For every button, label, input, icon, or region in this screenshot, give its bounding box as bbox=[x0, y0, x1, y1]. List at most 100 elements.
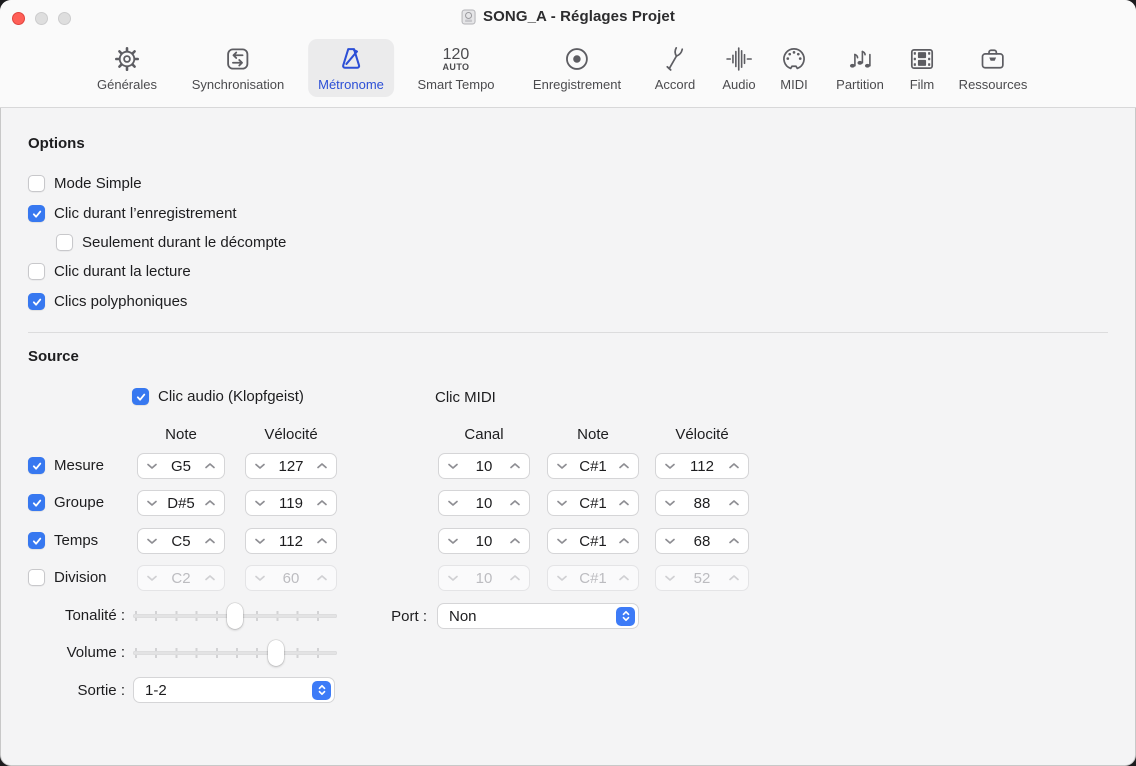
stepper-down-icon[interactable] bbox=[447, 462, 459, 470]
temps-note-stepper[interactable]: C5 bbox=[137, 528, 225, 554]
popup-value: Non bbox=[449, 607, 477, 625]
gear-icon bbox=[112, 42, 142, 76]
temps-midi-note-stepper[interactable]: C#1 bbox=[547, 528, 639, 554]
tab-enregistrement[interactable]: Enregistrement bbox=[523, 39, 631, 97]
popup-chevrons-icon bbox=[312, 680, 331, 700]
stepper-up-icon[interactable] bbox=[618, 462, 630, 470]
tab-label: Audio bbox=[722, 77, 756, 92]
tab-label: Enregistrement bbox=[532, 77, 622, 92]
stepper-up-icon[interactable] bbox=[509, 499, 521, 507]
stepper-down-icon[interactable] bbox=[556, 499, 568, 507]
popup-chevrons-icon bbox=[616, 606, 635, 626]
checkbox-polyphonic-clicks[interactable]: Clics polyphoniques bbox=[28, 293, 187, 310]
zoom-button[interactable] bbox=[58, 12, 71, 25]
checkbox-click-during-recording[interactable]: Clic durant l’enregistrement bbox=[28, 205, 237, 222]
stepper-down-icon[interactable] bbox=[664, 499, 676, 507]
stepper-up-icon[interactable] bbox=[204, 462, 216, 470]
stepper-up-icon[interactable] bbox=[204, 537, 216, 545]
tonality-slider[interactable] bbox=[133, 603, 337, 629]
groupe-midi-note-stepper[interactable]: C#1 bbox=[547, 490, 639, 516]
stepper-up-icon[interactable] bbox=[316, 462, 328, 470]
stepper-value: C#1 bbox=[579, 494, 607, 512]
mesure-midi-note-stepper[interactable]: C#1 bbox=[547, 453, 639, 479]
stepper-up-icon[interactable] bbox=[509, 462, 521, 470]
tab-generales[interactable]: Générales bbox=[87, 39, 167, 97]
stepper-value: 112 bbox=[279, 532, 303, 550]
column-header-midi-velocity: Vélocité bbox=[675, 426, 729, 443]
stepper-up-icon[interactable] bbox=[316, 499, 328, 507]
tab-ressources[interactable]: Ressources bbox=[949, 39, 1038, 97]
mesure-midi-channel-stepper[interactable]: 10 bbox=[438, 453, 530, 479]
column-header-midi-note: Note bbox=[577, 426, 609, 443]
stepper-up-icon[interactable] bbox=[728, 499, 740, 507]
stepper-value: D#5 bbox=[167, 494, 195, 512]
tab-smart-tempo[interactable]: 120 AUTO Smart Tempo bbox=[407, 39, 504, 97]
stepper-down-icon[interactable] bbox=[447, 537, 459, 545]
stepper-value: C#1 bbox=[579, 532, 607, 550]
stepper-down-icon[interactable] bbox=[254, 462, 266, 470]
checkbox-mode-simple[interactable]: Mode Simple bbox=[28, 175, 142, 192]
groupe-velocity-stepper[interactable]: 119 bbox=[245, 490, 337, 516]
mesure-note-stepper[interactable]: G5 bbox=[137, 453, 225, 479]
stepper-up-icon[interactable] bbox=[728, 537, 740, 545]
stepper-down-icon[interactable] bbox=[146, 537, 158, 545]
tab-synchronisation[interactable]: Synchronisation bbox=[182, 39, 295, 97]
tonality-slider-thumb[interactable] bbox=[227, 603, 243, 629]
groupe-midi-channel-stepper[interactable]: 10 bbox=[438, 490, 530, 516]
tonality-label: Tonalité : bbox=[64, 607, 125, 624]
stepper-up-icon[interactable] bbox=[204, 499, 216, 507]
tab-audio[interactable]: Audio bbox=[712, 39, 765, 97]
temps-midi-velocity-stepper[interactable]: 68 bbox=[655, 528, 749, 554]
mesure-midi-velocity-stepper[interactable]: 112 bbox=[655, 453, 749, 479]
close-button[interactable] bbox=[12, 12, 25, 25]
row-label: Temps bbox=[54, 532, 99, 549]
stepper-down-icon[interactable] bbox=[556, 462, 568, 470]
screenshot-stage: SONG_A - Réglages Projet Générales Synch… bbox=[0, 0, 1136, 766]
column-header-velocity: Vélocité bbox=[264, 426, 318, 443]
checkbox-only-during-count-in[interactable]: Seulement durant le décompte bbox=[56, 234, 286, 251]
groupe-midi-velocity-stepper[interactable]: 88 bbox=[655, 490, 749, 516]
window-header: SONG_A - Réglages Projet Générales Synch… bbox=[0, 0, 1136, 108]
temps-velocity-stepper[interactable]: 112 bbox=[245, 528, 337, 554]
tab-accord[interactable]: Accord bbox=[645, 39, 705, 97]
stepper-down-icon[interactable] bbox=[556, 537, 568, 545]
checkbox-box bbox=[28, 293, 45, 310]
row-label: Mesure bbox=[54, 457, 105, 474]
temps-midi-channel-stepper[interactable]: 10 bbox=[438, 528, 530, 554]
groupe-note-stepper[interactable]: D#5 bbox=[137, 490, 225, 516]
checkbox-audio-click[interactable]: Clic audio (Klopfgeist) bbox=[132, 388, 304, 405]
stepper-down-icon bbox=[147, 575, 157, 581]
tab-film[interactable]: Film bbox=[897, 39, 947, 97]
stepper-up-icon[interactable] bbox=[618, 537, 630, 545]
tab-partition[interactable]: Partition bbox=[826, 39, 894, 97]
stepper-value: 119 bbox=[279, 494, 303, 512]
port-popup[interactable]: Non bbox=[437, 603, 639, 629]
tab-midi[interactable]: MIDI bbox=[769, 39, 819, 97]
stepper-down-icon[interactable] bbox=[254, 537, 266, 545]
checkbox-groupe[interactable]: Groupe bbox=[28, 494, 104, 511]
checkbox-label: Mode Simple bbox=[54, 175, 142, 192]
tab-label: Smart Tempo bbox=[417, 77, 495, 92]
stepper-up-icon[interactable] bbox=[728, 462, 740, 470]
stepper-down-icon[interactable] bbox=[254, 499, 266, 507]
stepper-down-icon[interactable] bbox=[664, 462, 676, 470]
mesure-velocity-stepper[interactable]: 127 bbox=[245, 453, 337, 479]
stepper-down-icon[interactable] bbox=[447, 499, 459, 507]
volume-slider[interactable] bbox=[133, 640, 337, 666]
tab-metronome[interactable]: Métronome bbox=[308, 39, 394, 97]
minimize-button[interactable] bbox=[35, 12, 48, 25]
checkbox-mesure[interactable]: Mesure bbox=[28, 457, 104, 474]
checkbox-click-during-playback[interactable]: Clic durant la lecture bbox=[28, 263, 191, 280]
checkbox-division[interactable]: Division bbox=[28, 569, 107, 586]
stepper-down-icon[interactable] bbox=[664, 537, 676, 545]
stepper-down-icon[interactable] bbox=[146, 462, 158, 470]
volume-slider-thumb[interactable] bbox=[267, 640, 284, 666]
checkbox-box bbox=[28, 494, 45, 511]
output-popup[interactable]: 1-2 bbox=[133, 677, 335, 703]
stepper-up-icon[interactable] bbox=[509, 537, 521, 545]
stepper-down-icon[interactable] bbox=[146, 499, 158, 507]
checkbox-temps[interactable]: Temps bbox=[28, 532, 98, 549]
stepper-up-icon[interactable] bbox=[618, 499, 630, 507]
stepper-up-icon[interactable] bbox=[316, 537, 328, 545]
stepper-up-icon bbox=[729, 575, 739, 581]
